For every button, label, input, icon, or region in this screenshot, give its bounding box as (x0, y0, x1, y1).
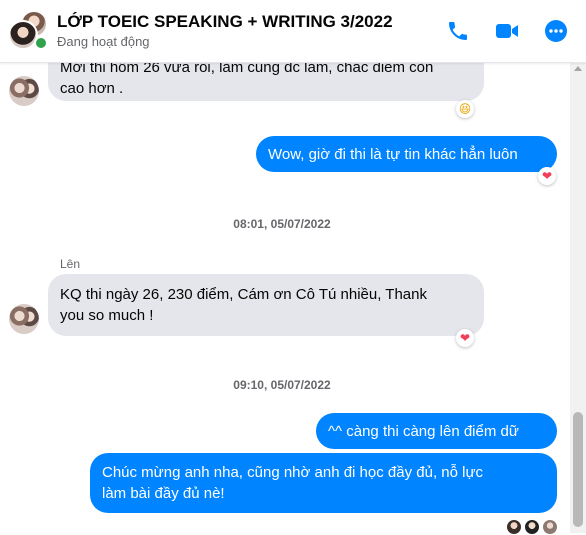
active-status: Đang hoạt động (57, 34, 150, 49)
outgoing-message[interactable]: ^^ càng thi càng lên điểm dữ (316, 413, 557, 449)
message-list[interactable]: Mới thi hôm 26 vừa rồi, làm cũng đc lắm,… (0, 49, 570, 535)
message-text-line: you so much ! (60, 307, 154, 324)
chat-header: LỚP TOEIC SPEAKING + WRITING 3/2022 Đang… (0, 0, 586, 63)
avatar[interactable] (9, 304, 39, 334)
message-text-line: cao hơn . (60, 80, 124, 97)
avatar[interactable] (9, 76, 39, 106)
scrollbar[interactable] (570, 62, 586, 533)
message-text-line: Chúc mừng anh nha, cũng nhờ anh đi học đ… (102, 464, 483, 481)
chat-title[interactable]: LỚP TOEIC SPEAKING + WRITING 3/2022 (57, 12, 393, 32)
message-timestamp: 08:01, 05/07/2022 (233, 217, 331, 231)
message-text-line: làm bài đầy đủ nè! (102, 485, 225, 502)
scroll-up-arrow-icon[interactable] (574, 66, 582, 71)
outgoing-message[interactable]: Wow, giờ đi thi là tự tin khác hẳn luôn (256, 136, 557, 172)
phone-icon[interactable] (446, 19, 470, 43)
message-timestamp: 09:10, 05/07/2022 (233, 378, 331, 392)
more-options-icon[interactable] (544, 19, 568, 43)
incoming-message[interactable]: KQ thi ngày 26, 230 điểm, Cám ơn Cô Tú n… (48, 274, 484, 336)
laugh-reaction-icon[interactable]: 😆 (456, 100, 474, 118)
group-avatar[interactable] (8, 10, 48, 50)
outgoing-message[interactable]: Chúc mừng anh nha, cũng nhờ anh đi học đ… (90, 453, 557, 513)
online-status-dot (34, 36, 48, 50)
message-text-line: KQ thi ngày 26, 230 điểm, Cám ơn Cô Tú n… (60, 286, 427, 303)
scrollbar-thumb[interactable] (573, 412, 583, 527)
heart-reaction-icon[interactable]: ❤ (538, 167, 556, 185)
sender-name: Lên (60, 257, 81, 271)
video-camera-icon[interactable] (495, 19, 519, 43)
heart-reaction-icon[interactable]: ❤ (456, 329, 474, 347)
